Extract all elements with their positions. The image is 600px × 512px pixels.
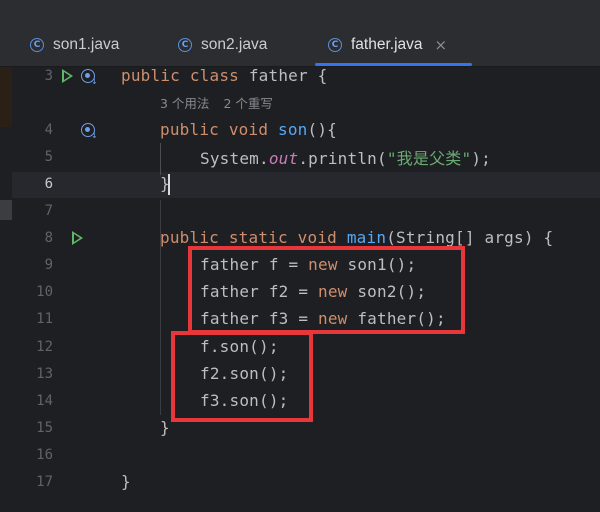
code-line-3: 3 ↓ public class father { <box>0 62 600 89</box>
code-part: ); <box>471 148 491 168</box>
code-line-4: 4 ↓ public void son(){ <box>0 116 600 143</box>
code-line-16: 16 <box>0 441 600 468</box>
tab-label: father.java <box>351 36 423 53</box>
line-number: 9 <box>44 256 53 273</box>
line-number: 4 <box>44 121 53 138</box>
code-line-6: 6 } <box>0 170 600 197</box>
keyword: public static void <box>160 228 337 247</box>
run-icon[interactable] <box>72 231 83 245</box>
tab-father[interactable]: C father.java × <box>328 26 447 64</box>
annotation-box-declarations <box>188 246 465 334</box>
string-literal: "我是父类" <box>386 148 472 168</box>
method-name: son <box>278 120 308 139</box>
java-class-icon: C <box>178 38 192 52</box>
annotation-box-calls <box>171 331 313 422</box>
line-number: 11 <box>36 310 53 327</box>
code-text: public static void main(String[] args) { <box>160 228 553 247</box>
line-number: 10 <box>36 283 53 300</box>
line-number: 8 <box>44 229 53 246</box>
code-punct: (){ <box>307 120 338 139</box>
line-number: 16 <box>36 446 53 463</box>
code-text: public void son(){ <box>160 120 337 139</box>
static-field: out <box>268 148 299 168</box>
line-number: 12 <box>36 338 53 355</box>
line-number: 15 <box>36 419 53 436</box>
close-icon[interactable]: × <box>435 36 448 54</box>
line-number: 5 <box>44 148 53 165</box>
java-class-icon: C <box>30 38 44 52</box>
code-text: public class father { <box>121 66 328 85</box>
editor-tab-bar: C son1.java C son2.java C father.java × <box>0 0 600 67</box>
tab-label: son1.java <box>53 36 120 53</box>
line-number: 17 <box>36 473 53 490</box>
method-name: main <box>346 228 387 247</box>
code-part: System. <box>200 148 269 168</box>
code-text: System.out.println("我是父类"); <box>200 145 491 169</box>
code-line-7: 7 <box>0 197 600 224</box>
code-line-5: 5 System.out.println("我是父类"); <box>0 143 600 170</box>
line-number: 6 <box>44 175 53 192</box>
usages-hint[interactable]: 3 个用法 <box>160 96 209 111</box>
text-caret <box>168 174 170 195</box>
overrides-hint[interactable]: 2 个重写 <box>223 96 272 111</box>
inlay-hint-row: 3 个用法 2 个重写 <box>0 89 600 116</box>
keyword: public class <box>121 66 239 85</box>
tab-son2[interactable]: C son2.java <box>178 26 267 64</box>
code-punct: (String[] args) { <box>386 228 554 247</box>
line-number: 7 <box>44 202 53 219</box>
overridden-icon[interactable]: ↓ <box>81 123 98 140</box>
run-icon[interactable] <box>62 69 73 83</box>
tab-label: son2.java <box>201 36 268 53</box>
java-class-icon: C <box>328 38 342 52</box>
tab-son1[interactable]: C son1.java <box>30 26 119 64</box>
line-number: 13 <box>36 365 53 382</box>
overridden-icon[interactable]: ↓ <box>81 69 98 86</box>
class-name: father { <box>239 66 328 85</box>
code-text: } <box>160 418 170 437</box>
code-text: } <box>121 472 131 491</box>
code-line-17: 17 } <box>0 468 600 495</box>
keyword: public void <box>160 120 269 139</box>
line-number: 14 <box>36 392 53 409</box>
code-part: .println( <box>298 148 387 168</box>
line-number: 3 <box>44 67 53 84</box>
